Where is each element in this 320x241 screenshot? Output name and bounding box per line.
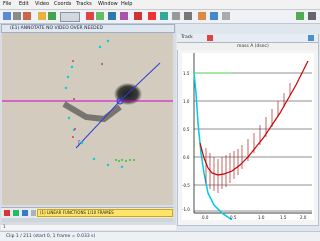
frame-slider[interactable] xyxy=(2,218,173,222)
step-info-text: (1) LINEAR FUNCTIONS 1/10 FRAMES xyxy=(40,210,114,215)
record-icon[interactable] xyxy=(4,210,10,216)
labels-icon[interactable] xyxy=(184,12,192,20)
zoom-dropdown[interactable] xyxy=(60,12,80,22)
video-title: (E1) ANNOTATE NO VIDEO OVER NEEDED xyxy=(10,26,103,31)
menu-file[interactable]: File xyxy=(3,1,11,8)
y-tick-5: -1.0 xyxy=(182,207,190,212)
play-icon[interactable] xyxy=(13,210,19,216)
frame-number: 1 xyxy=(3,224,6,229)
create-track-icon[interactable] xyxy=(134,12,142,20)
zoom-icon[interactable] xyxy=(38,12,46,20)
x-tick-2: 1.0 xyxy=(258,215,265,220)
refresh-icon[interactable] xyxy=(296,12,304,20)
menu-tracks[interactable]: Tracks xyxy=(76,1,92,8)
plot-title: mass A (dsec) xyxy=(237,44,269,49)
y-tick-3: 0.0 xyxy=(183,155,190,160)
menu-icon[interactable] xyxy=(308,12,316,20)
y-tick-1: 1.0 xyxy=(183,99,190,104)
menu-edit[interactable]: Edit xyxy=(19,1,29,8)
x-tick-3: 1.5 xyxy=(280,215,287,220)
print-icon[interactable] xyxy=(210,12,218,20)
y-tick-4: -0.5 xyxy=(182,183,190,188)
clip-settings-icon[interactable] xyxy=(86,12,94,20)
menu-help[interactable]: Help xyxy=(121,1,132,8)
video-title-bar: (E1) ANNOTATE NO VIDEO OVER NEEDED xyxy=(1,24,175,33)
plot-toolbar: mass A (dsec) xyxy=(177,43,318,50)
open-video-icon[interactable] xyxy=(23,12,31,20)
protractor-icon[interactable] xyxy=(120,12,128,20)
track-control-icon[interactable] xyxy=(148,12,156,20)
y-tick-0: 1.5 xyxy=(183,71,190,76)
menu-bar: File Edit Video Coords Tracks Window Hel… xyxy=(0,0,320,10)
calibration-icon[interactable] xyxy=(48,12,56,20)
filter-icon[interactable] xyxy=(198,12,206,20)
plot-tab-row: Track xyxy=(177,34,318,43)
x-tick-1: 0.5 xyxy=(230,215,237,220)
coordinate-axes-icon[interactable] xyxy=(96,12,104,20)
open-icon[interactable] xyxy=(3,12,11,20)
step-icon[interactable] xyxy=(22,210,28,216)
video-frame[interactable]: ʃ xyxy=(2,33,173,205)
track-color-icon xyxy=(207,35,213,41)
help-icon[interactable] xyxy=(222,12,230,20)
menu-coords[interactable]: Coords xyxy=(54,1,71,8)
y-tick-2: 0.5 xyxy=(183,127,190,132)
trails-icon[interactable] xyxy=(172,12,180,20)
plot-svg: 0.0 0.5 1.0 1.5 2.0 1.5 1.0 0.5 0.0 -0.5… xyxy=(182,53,314,221)
step-info-badge: (1) LINEAR FUNCTIONS 1/10 FRAMES xyxy=(37,209,173,217)
tracks-row: 1 xyxy=(1,224,176,230)
maximize-icon[interactable] xyxy=(308,35,314,41)
tape-measure-icon[interactable] xyxy=(108,12,116,20)
plot-background xyxy=(182,53,314,220)
menu-video[interactable]: Video xyxy=(35,1,49,8)
toolbar xyxy=(0,10,320,24)
video-overlay: ʃ xyxy=(2,33,173,205)
plot-area[interactable]: 0.0 0.5 1.0 1.5 2.0 1.5 1.0 0.5 0.0 -0.5… xyxy=(182,53,314,221)
save-icon[interactable] xyxy=(13,12,21,20)
x-tick-0: 0.0 xyxy=(202,215,209,220)
frame-stepper[interactable] xyxy=(31,210,36,216)
autotracker-icon[interactable] xyxy=(160,12,168,20)
x-tick-4: 2.0 xyxy=(300,215,307,220)
menu-window[interactable]: Window xyxy=(98,1,118,8)
tab-track[interactable]: Track xyxy=(181,34,193,42)
